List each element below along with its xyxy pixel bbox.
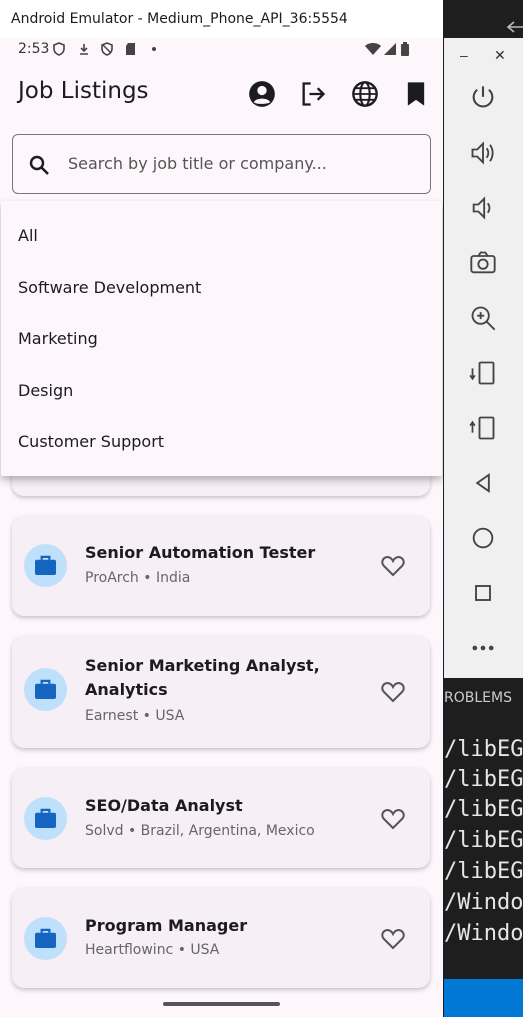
vscode-output-line: /libEGl (444, 859, 523, 884)
signal-icon (384, 43, 396, 55)
zoom-in-icon[interactable] (469, 304, 497, 332)
vscode-output-line: /Window (444, 890, 523, 915)
favorite-icon[interactable] (381, 928, 405, 950)
sd-card-icon (126, 43, 135, 55)
minimize-icon[interactable]: – (460, 47, 468, 63)
dropdown-option-marketing[interactable]: Marketing (18, 329, 98, 348)
search-placeholder: Search by job title or company... (68, 154, 327, 173)
dropdown-option-all[interactable]: All (18, 226, 38, 245)
job-company-location: Solvd • Brazil, Argentina, Mexico (85, 823, 315, 839)
emulator-window: Android Emulator - Medium_Phone_API_36:5… (0, 0, 443, 1017)
job-avatar (24, 797, 67, 840)
dropdown-option-customer-support[interactable]: Customer Support (18, 432, 164, 451)
dropdown-option-design[interactable]: Design (18, 381, 73, 400)
home-icon[interactable] (469, 524, 497, 552)
job-company-location: ProArch • India (85, 570, 191, 586)
job-avatar (24, 917, 67, 960)
dropdown-option-software-development[interactable]: Software Development (18, 278, 201, 297)
job-company-location: Earnest • USA (85, 708, 185, 724)
phone-screen[interactable]: 2:53 Job Listings Search by job title or… (0, 38, 443, 1017)
arrow-left-icon[interactable] (506, 20, 523, 34)
briefcase-icon (35, 555, 56, 576)
search-icon (29, 155, 49, 175)
job-card[interactable]: SEO/Data Analyst Solvd • Brazil, Argenti… (12, 768, 430, 868)
job-title: Senior Marketing Analyst, Analytics (85, 656, 320, 699)
job-title: SEO/Data Analyst (85, 796, 243, 815)
battery-icon (401, 42, 409, 56)
bookmark-icon[interactable] (402, 80, 430, 108)
volume-up-icon[interactable] (469, 139, 497, 167)
job-company-location: Heartflowinc • USA (85, 942, 220, 958)
close-icon[interactable]: ✕ (494, 47, 506, 64)
vscode-panel-tab[interactable]: ROBLEMS (444, 690, 512, 706)
job-card[interactable]: Program Manager Heartflowinc • USA (12, 888, 430, 988)
download-icon (80, 44, 88, 55)
camera-icon[interactable] (469, 249, 497, 277)
rotate-right-icon[interactable] (469, 414, 497, 442)
overview-icon[interactable] (469, 579, 497, 607)
vscode-output-line: /libEGl (444, 737, 523, 762)
account-circle-icon[interactable] (248, 80, 276, 108)
vscode-output-line: /libEGl (444, 767, 523, 792)
job-title: Senior Automation Tester (85, 543, 316, 562)
job-card[interactable]: Senior Automation Tester ProArch • India (12, 516, 430, 616)
logout-icon[interactable] (299, 80, 327, 108)
vscode-status-bar (444, 979, 523, 1017)
favorite-icon[interactable] (381, 555, 405, 577)
power-icon[interactable] (469, 84, 497, 112)
favorite-icon[interactable] (381, 681, 405, 703)
job-title: Program Manager (85, 916, 248, 935)
more-icon[interactable] (469, 634, 497, 662)
dot-icon (152, 47, 156, 51)
page-title: Job Listings (18, 78, 149, 104)
wifi-icon (365, 43, 381, 55)
category-dropdown-menu: All Software Development Marketing Desig… (1, 201, 442, 476)
rotate-left-icon[interactable] (469, 359, 497, 387)
job-card[interactable]: Senior Marketing Analyst, Analytics Earn… (12, 636, 430, 748)
back-icon[interactable] (469, 469, 497, 497)
window-title: Android Emulator - Medium_Phone_API_36:5… (0, 0, 443, 38)
favorite-icon[interactable] (381, 808, 405, 830)
search-field[interactable]: Search by job title or company... (12, 134, 431, 194)
status-time: 2:53 (18, 41, 50, 57)
status-bar: 2:53 (0, 38, 443, 62)
shield-icon (53, 42, 65, 56)
app-bar: Job Listings (0, 62, 443, 126)
briefcase-icon (35, 679, 56, 700)
briefcase-icon (35, 808, 56, 829)
job-avatar (24, 668, 67, 711)
globe-icon[interactable] (351, 80, 379, 108)
job-avatar (24, 544, 67, 587)
vscode-output-line: /libEGl (444, 828, 523, 853)
shield-off-icon (101, 42, 113, 56)
home-gesture-bar[interactable] (163, 1002, 280, 1006)
vscode-output-line: /Window (444, 921, 523, 946)
briefcase-icon (35, 928, 56, 949)
vscode-output-line: /libEGl (444, 797, 523, 822)
volume-down-icon[interactable] (469, 194, 497, 222)
